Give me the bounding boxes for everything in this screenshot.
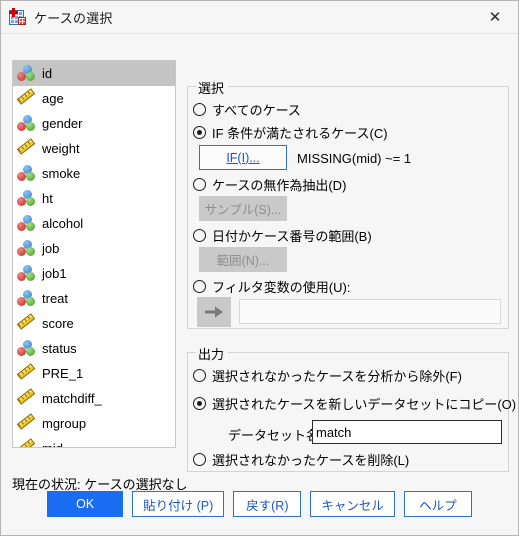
variable-list-item[interactable]: status <box>13 336 175 361</box>
help-button[interactable]: ヘルプ <box>403 491 472 517</box>
radio-filter-unselected-label: 選択されなかったケースを分析から除外(F) <box>212 369 462 384</box>
nominal-measure-icon <box>17 340 36 357</box>
arrow-right-icon[interactable] <box>197 297 231 327</box>
variable-name: age <box>42 91 64 106</box>
radio-random-sample-indicator <box>193 178 206 191</box>
radio-random-sample-label: ケースの無作為抽出(D) <box>212 178 347 193</box>
scale-measure-icon <box>16 438 36 447</box>
close-icon[interactable]: ✕ <box>472 1 518 32</box>
variable-list-item[interactable]: mid <box>13 436 175 447</box>
variable-list-item[interactable]: id <box>13 61 175 86</box>
variable-list-item[interactable]: score <box>13 311 175 336</box>
sample-button: サンプル(S)... <box>199 196 287 221</box>
if-button-label: IF(I)... <box>226 150 260 165</box>
radio-copy-new-dataset[interactable]: 選択されたケースを新しいデータセットにコピー(O) <box>193 394 516 413</box>
nominal-measure-icon <box>17 115 36 132</box>
variable-name: score <box>42 316 74 331</box>
radio-filter-variable-label: フィルタ変数の使用(U): <box>212 280 351 295</box>
variable-name: ht <box>42 191 53 206</box>
radio-delete-unselected[interactable]: 選択されなかったケースを削除(L) <box>193 450 409 469</box>
scale-measure-icon <box>16 88 36 107</box>
filter-variable-field[interactable] <box>239 299 501 324</box>
scale-measure-icon <box>16 388 36 407</box>
reset-button[interactable]: 戻す(R) <box>233 491 302 517</box>
variable-name: job <box>42 241 60 256</box>
variable-list-item[interactable]: ht <box>13 186 175 211</box>
radio-all-cases-indicator <box>193 103 206 116</box>
variable-list-item[interactable]: alcohol <box>13 211 175 236</box>
radio-delete-unselected-indicator <box>193 453 206 466</box>
variable-list-item[interactable]: smoke <box>13 161 175 186</box>
variable-list-item[interactable]: weight <box>13 136 175 161</box>
variable-name: gender <box>42 116 83 131</box>
nominal-measure-icon <box>17 215 36 232</box>
if-button[interactable]: IF(I)... <box>199 145 287 170</box>
nominal-measure-icon <box>17 290 36 307</box>
sample-button-label: サンプル(S)... <box>204 203 282 217</box>
scale-measure-icon <box>16 413 36 432</box>
radio-filter-variable[interactable]: フィルタ変数の使用(U): <box>193 277 350 296</box>
radio-filter-unselected[interactable]: 選択されなかったケースを分析から除外(F) <box>193 366 462 385</box>
spss-data-icon <box>8 8 26 26</box>
dialog-button-bar: OK 貼り付け (P) 戻す(R) キャンセル ヘルプ <box>1 473 518 535</box>
variable-name: alcohol <box>42 216 84 231</box>
variable-name: treat <box>42 291 69 306</box>
radio-copy-new-dataset-indicator <box>193 397 206 410</box>
scale-measure-icon <box>16 363 36 382</box>
cancel-button[interactable]: キャンセル <box>310 491 395 517</box>
radio-filter-variable-indicator <box>193 280 206 293</box>
scale-measure-icon <box>16 313 36 332</box>
paste-button[interactable]: 貼り付け (P) <box>132 491 225 517</box>
variable-name: status <box>42 341 77 356</box>
range-button-label: 範囲(N)... <box>216 254 270 268</box>
variable-list-item[interactable]: gender <box>13 111 175 136</box>
variable-name: mgroup <box>42 416 87 431</box>
variable-name: mid <box>42 441 63 447</box>
nominal-measure-icon <box>17 190 36 207</box>
variable-name: smoke <box>42 166 81 181</box>
select-cases-dialog: ケースの選択 ✕ id age gender weight smoke ht alcohol… <box>0 0 519 536</box>
radio-all-cases-label: すべてのケース <box>212 103 301 118</box>
radio-if-condition-indicator <box>193 126 206 139</box>
range-button: 範囲(N)... <box>199 247 287 272</box>
variable-list-item[interactable]: job1 <box>13 261 175 286</box>
radio-date-range-label: 日付かケース番号の範囲(B) <box>212 229 372 244</box>
output-group-legend: 出力 <box>196 344 229 363</box>
variable-name: weight <box>42 141 80 156</box>
variable-list[interactable]: id age gender weight smoke ht alcohol job job1 tr… <box>12 60 176 448</box>
scale-measure-icon <box>16 138 36 157</box>
selection-group-legend: 選択 <box>196 78 229 97</box>
radio-if-condition[interactable]: IF 条件が満たされるケース(C) <box>193 123 388 142</box>
radio-date-range-indicator <box>193 229 206 242</box>
radio-if-condition-label: IF 条件が満たされるケース(C) <box>212 126 388 141</box>
variable-list-item[interactable]: job <box>13 236 175 261</box>
ok-button[interactable]: OK <box>47 491 124 517</box>
variable-name: id <box>42 66 53 81</box>
dataset-name-input[interactable] <box>312 420 502 444</box>
window-title: ケースの選択 <box>34 10 113 26</box>
dialog-body: id age gender weight smoke ht alcohol job job1 tr… <box>1 34 518 506</box>
radio-all-cases[interactable]: すべてのケース <box>193 100 301 119</box>
if-condition-expression: MISSING(mid) ~= 1 <box>297 151 412 166</box>
nominal-measure-icon <box>17 240 36 257</box>
radio-date-range[interactable]: 日付かケース番号の範囲(B) <box>193 226 372 245</box>
nominal-measure-icon <box>17 65 36 82</box>
variable-list-item[interactable]: PRE_1 <box>13 361 175 386</box>
radio-copy-new-dataset-label: 選択されたケースを新しいデータセットにコピー(O) <box>212 397 517 412</box>
variable-list-item[interactable]: matchdiff_ <box>13 386 175 411</box>
nominal-measure-icon <box>17 165 36 182</box>
variable-list-item[interactable]: mgroup <box>13 411 175 436</box>
variable-list-item[interactable]: age <box>13 86 175 111</box>
radio-random-sample[interactable]: ケースの無作為抽出(D) <box>193 175 346 194</box>
variable-name: PRE_1 <box>42 366 84 381</box>
variable-list-item[interactable]: treat <box>13 286 175 311</box>
title-bar: ケースの選択 ✕ <box>1 1 518 34</box>
radio-filter-unselected-indicator <box>193 369 206 382</box>
variable-name: matchdiff_ <box>42 391 102 406</box>
radio-delete-unselected-label: 選択されなかったケースを削除(L) <box>212 453 410 468</box>
variable-name: job1 <box>42 266 67 281</box>
nominal-measure-icon <box>17 265 36 282</box>
